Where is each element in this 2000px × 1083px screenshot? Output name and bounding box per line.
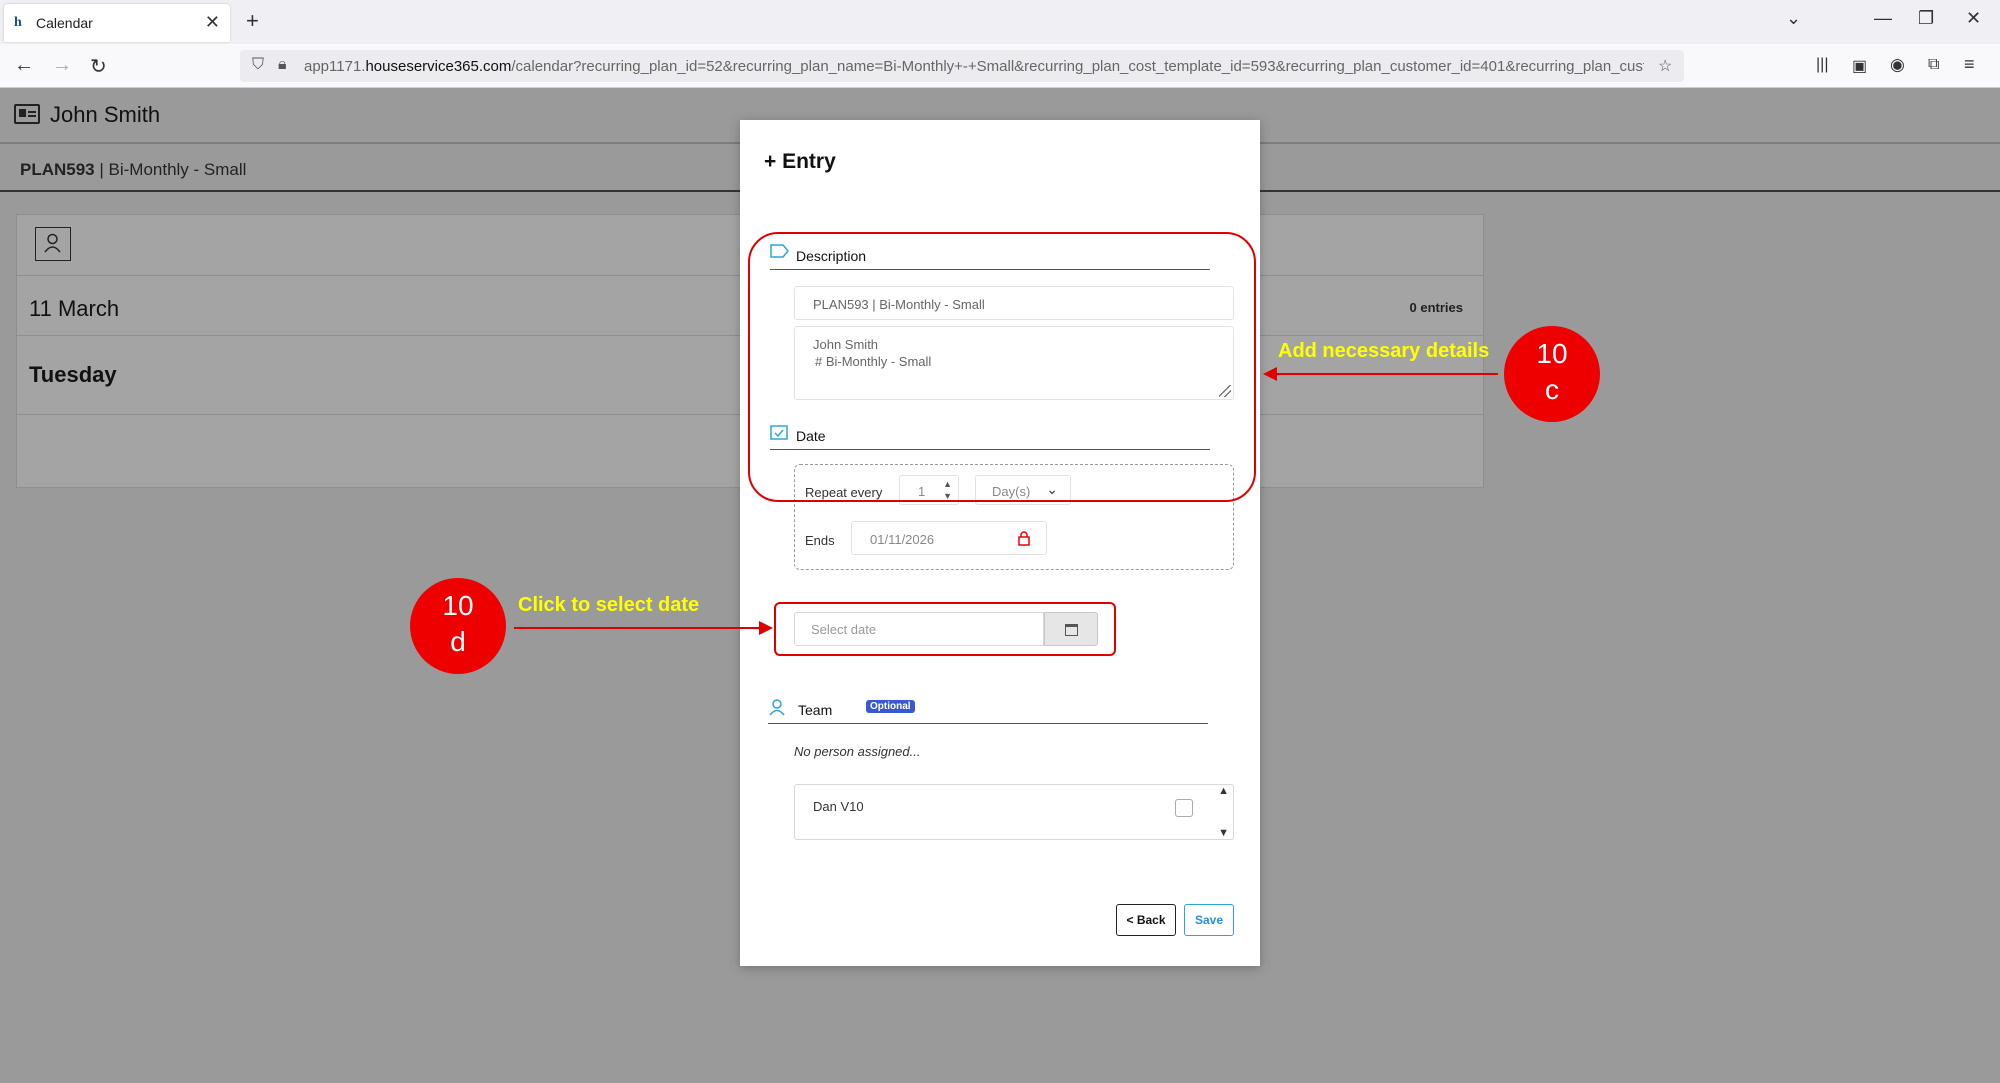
tab-title: Calendar	[36, 15, 93, 31]
save-button[interactable]: Save	[1184, 904, 1234, 936]
lock-icon[interactable]: 🔒︎	[278, 56, 287, 74]
step-d-arrowhead-icon	[759, 621, 773, 635]
plan-title: PLAN593 | Bi-Monthly - Small	[20, 160, 247, 179]
customer-name: John Smith	[50, 102, 161, 127]
restore-icon[interactable]: ❐	[1918, 8, 1934, 29]
step-c-bubble: 10 c	[1504, 326, 1600, 422]
sidebar-icon[interactable]: ▣	[1852, 56, 1867, 76]
day-date: 11 March	[29, 296, 120, 321]
reload-icon[interactable]: ↻	[90, 54, 107, 79]
back-button[interactable]: < Back	[1116, 904, 1176, 936]
details-highlight	[748, 232, 1256, 502]
step-d-bubble: 10 d	[410, 578, 506, 674]
team-member-list[interactable]: Dan V10 ▲ ▼	[794, 784, 1234, 840]
person-filter-button[interactable]	[35, 227, 71, 261]
modal-title: + Entry	[764, 150, 836, 173]
ends-label: Ends	[805, 533, 835, 548]
step-c-caption: Add necessary details	[1278, 340, 1490, 362]
browser-navbar: ← → ↻ ⛉ 🔒︎ app1171.houseservice365.com/c…	[0, 44, 2000, 88]
ends-date-input[interactable]: 01/11/2026	[851, 521, 1047, 555]
app-favicon-icon: h	[14, 15, 22, 30]
scroll-up-icon[interactable]: ▲	[1218, 785, 1229, 797]
no-person-text: No person assigned...	[794, 744, 921, 759]
extensions-icon[interactable]: ⧉	[1928, 56, 1939, 74]
person-icon	[44, 233, 61, 253]
bookmark-star-icon[interactable]: ☆	[1658, 56, 1672, 76]
day-weekday: Tuesday	[29, 362, 117, 387]
address-bar[interactable]: ⛉ 🔒︎ app1171.houseservice365.com/calenda…	[240, 50, 1684, 82]
step-c-letter: c	[1545, 374, 1559, 406]
select-date-highlight	[774, 602, 1116, 656]
step-c-number: 10	[1536, 338, 1568, 369]
close-tab-icon[interactable]: ✕	[205, 12, 220, 33]
team-member-checkbox[interactable]	[1175, 799, 1193, 817]
step-d-number: 10	[442, 590, 474, 621]
back-arrow-icon[interactable]: ←	[14, 54, 34, 77]
step-d-arrow	[514, 627, 762, 629]
scroll-down-icon[interactable]: ▼	[1218, 827, 1229, 839]
step-d-letter: d	[450, 626, 466, 658]
step-c-arrow	[1276, 373, 1498, 375]
close-window-icon[interactable]: ✕	[1966, 8, 1981, 29]
contact-card-icon	[14, 104, 40, 124]
library-icon[interactable]: |||	[1816, 56, 1828, 74]
team-section-header: Team Optional	[768, 698, 1208, 724]
step-c-arrowhead-icon	[1263, 367, 1277, 381]
entries-count: 0 entries	[1409, 300, 1463, 315]
optional-badge: Optional	[866, 700, 915, 713]
team-label: Team	[798, 702, 833, 718]
step-d-caption: Click to select date	[518, 594, 700, 616]
shield-icon[interactable]: ⛉	[252, 56, 264, 74]
menu-icon[interactable]: ≡	[1964, 54, 1975, 75]
lock-icon	[1018, 531, 1030, 546]
account-icon[interactable]: ◉	[1890, 55, 1905, 75]
url-text: app1171.houseservice365.com/calendar?rec…	[304, 58, 1644, 75]
team-member-name: Dan V10	[813, 799, 864, 814]
tab-list-chevron-icon[interactable]: ⌄	[1786, 8, 1801, 29]
browser-tabbar: h Calendar ✕ + ⌄ — ❐ ✕	[0, 0, 2000, 44]
new-tab-icon[interactable]: +	[246, 8, 259, 34]
browser-tab[interactable]: h Calendar ✕	[4, 4, 230, 42]
person-icon	[769, 699, 785, 716]
minimize-icon[interactable]: —	[1874, 8, 1892, 29]
forward-arrow-icon[interactable]: →	[52, 54, 72, 77]
